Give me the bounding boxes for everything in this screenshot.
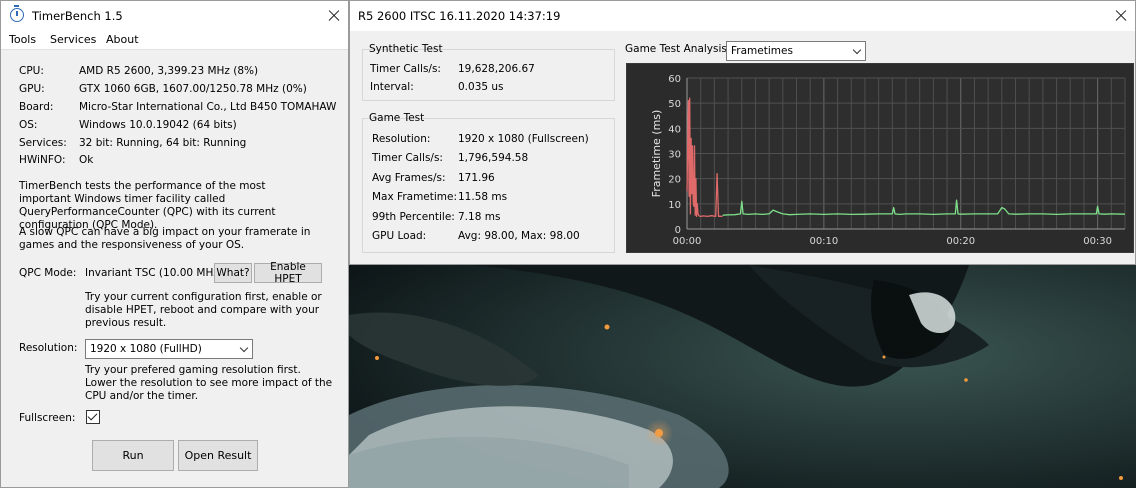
stopwatch-icon [10,5,24,22]
y-tick-label: 40 [668,124,681,135]
percentile-value: 7.18 ms [458,211,501,223]
timer-calls-value: 19,628,206.67 [458,63,535,75]
x-tick-label: 00:20 [946,236,975,247]
services-label: Services: [19,137,67,149]
game-resolution-value: 1920 x 1080 (Fullscreen) [458,133,589,145]
chevron-down-icon [852,45,862,55]
description-text: TimerBench tests the performance of the … [19,180,276,231]
max-frametime-value: 11.58 ms [458,191,508,203]
analysis-label: Game Test Analysis: [625,43,731,55]
analysis-select[interactable]: Frametimes [726,41,866,61]
cpu-label: CPU: [19,65,44,77]
timerbench-window: TimerBench 1.5 Tools Services About CPU:… [0,0,349,488]
analysis-select-value: Frametimes [731,45,793,57]
what-button[interactable]: What? [214,263,252,283]
synthetic-test-group [362,49,615,101]
menu-services[interactable]: Services [50,33,96,46]
services-value: 32 bit: Running, 64 bit: Running [79,137,247,149]
fullscreen-label: Fullscreen: [19,412,76,424]
run-button[interactable]: Run [92,440,174,471]
hwinfo-label: HWiNFO: [19,154,66,166]
menu-bar: Tools Services About [1,31,348,50]
game-test-title: Game Test [369,112,425,124]
close-icon[interactable] [1105,1,1135,31]
resolution-select[interactable]: 1920 x 1080 (FullHD) [85,339,253,359]
gpu-value: GTX 1060 6GB, 1607.00/1250.78 MHz (0%) [79,83,307,95]
frametime-chart: 0 10 20 30 40 50 60 00:00 00:10 00:20 00:30 Frameti… [626,63,1134,253]
open-result-button[interactable]: Open Result [178,440,258,471]
os-label: OS: [19,119,38,131]
y-axis-label: Frametime (ms) [650,110,663,198]
window-title: TimerBench 1.5 [32,9,123,23]
result-window-title: R5 2600 ITSC 16.11.2020 14:37:19 [358,9,561,23]
qpc-hint-text: Try your current configuration first, en… [85,291,322,329]
avg-fps-label: Avg Frames/s: [372,172,446,184]
x-tick-label: 00:30 [1083,236,1112,247]
menu-tools[interactable]: Tools [9,33,36,46]
y-tick-label: 30 [668,150,681,161]
interval-label: Interval: [370,81,414,93]
fullscreen-checkbox[interactable] [86,410,100,424]
enable-hpet-button[interactable]: Enable HPET [254,261,322,285]
gpu-load-value: Avg: 98.00, Max: 98.00 [458,230,580,242]
menu-about[interactable]: About [106,33,139,46]
gpu-label: GPU: [19,83,45,95]
game-timer-calls-label: Timer Calls/s: [372,152,443,164]
title-bar: TimerBench 1.5 [1,1,348,31]
resolution-label: Resolution: [19,342,78,354]
x-tick-label: 00:10 [809,236,838,247]
max-frametime-label: Max Frametime: [372,191,458,203]
background-artwork [349,265,1136,488]
y-tick-label: 50 [668,99,681,110]
title-bar: R5 2600 ITSC 16.11.2020 14:37:19 [350,1,1135,31]
checkmark-icon [87,410,98,421]
close-icon[interactable] [318,1,348,31]
result-window: R5 2600 ITSC 16.11.2020 14:37:19 Synthet… [349,0,1136,265]
resolution-hint-text: Try your prefered gaming resolution firs… [85,364,333,402]
qpc-mode-label: QPC Mode: [19,267,77,279]
synthetic-test-title: Synthetic Test [369,43,443,55]
y-tick-label: 0 [675,225,681,236]
chevron-down-icon [239,343,249,353]
cpu-value: AMD R5 2600, 3,399.23 MHz (8%) [79,65,259,77]
resolution-select-value: 1920 x 1080 (FullHD) [90,343,202,355]
timer-calls-label: Timer Calls/s: [370,63,441,75]
qpc-mode-value: Invariant TSC (10.00 MHz) [85,267,223,279]
percentile-label: 99th Percentile: [372,211,455,223]
y-tick-label: 20 [668,175,681,186]
hwinfo-value: Ok [79,154,94,166]
board-value: Micro-Star International Co., Ltd B450 T… [79,101,337,113]
x-tick-label: 00:00 [673,236,702,247]
y-tick-label: 60 [668,74,681,85]
interval-value: 0.035 us [458,81,504,93]
board-label: Board: [19,101,54,113]
avg-fps-value: 171.96 [458,172,495,184]
game-resolution-label: Resolution: [372,133,431,145]
os-value: Windows 10.0.19042 (64 bits) [79,119,237,131]
game-timer-calls-value: 1,796,594.58 [458,152,529,164]
frametime-chart-svg: 0 10 20 30 40 50 60 00:00 00:10 00:20 00:30 Frameti… [650,74,1126,247]
y-tick-label: 10 [668,200,681,211]
qpc-impact-text: A slow QPC can have a big impact on your… [19,226,311,251]
gpu-load-label: GPU Load: [372,230,427,242]
background-art [349,265,1136,488]
